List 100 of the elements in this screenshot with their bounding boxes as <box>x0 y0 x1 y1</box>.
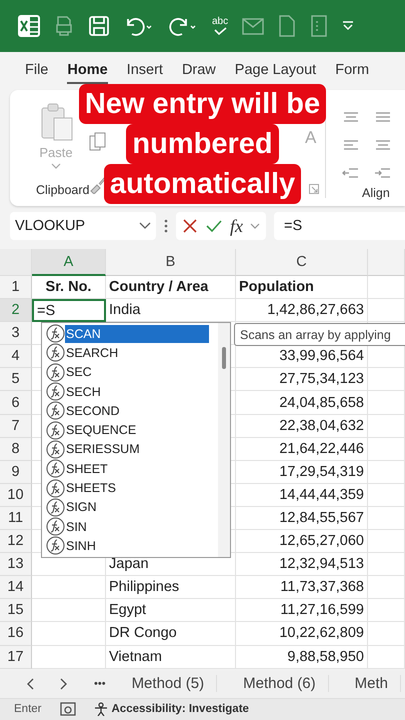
table-cell: Population <box>236 276 368 300</box>
more-vertical-icon[interactable] <box>164 219 168 233</box>
chevron-left-icon[interactable] <box>26 678 34 690</box>
name-box[interactable]: VLOOKUP <box>10 212 156 240</box>
function-icon <box>46 343 65 362</box>
chevron-right-icon[interactable] <box>60 678 68 690</box>
redo-icon[interactable] <box>168 15 198 37</box>
sheet-tab[interactable]: Meth <box>354 675 402 692</box>
row-header[interactable]: 6 <box>0 391 32 415</box>
autocomplete-item[interactable]: SECH <box>65 382 209 401</box>
autocomplete-item[interactable]: SIGN <box>65 498 209 516</box>
ribbon-tab[interactable]: File <box>25 58 48 84</box>
status-mode: Enter <box>14 703 42 716</box>
active-cell[interactable]: =S <box>32 299 106 322</box>
decrease-indent-icon[interactable] <box>342 166 360 180</box>
row-header[interactable]: 11 <box>0 506 32 530</box>
row-header[interactable]: 16 <box>0 622 32 646</box>
chevron-down-icon[interactable] <box>250 223 260 229</box>
autocomplete-item[interactable]: SHEET <box>65 460 209 478</box>
accessibility-status[interactable]: Accessibility: Investigate <box>112 703 249 716</box>
ribbon-tab[interactable]: Form <box>335 58 370 84</box>
table-cell <box>368 484 405 507</box>
cancel-icon[interactable] <box>182 218 198 234</box>
ribbon-tab[interactable]: Draw <box>182 58 216 84</box>
document-icon[interactable] <box>278 15 296 37</box>
table-cell: 12,32,94,513 <box>236 553 368 576</box>
more-sheets-button[interactable]: ••• <box>94 678 106 690</box>
sheet-tab[interactable]: Method (6) <box>243 675 329 692</box>
table-cell <box>368 414 405 438</box>
autocomplete-item[interactable]: SEC <box>65 363 209 382</box>
autocomplete-item[interactable]: SIN <box>65 518 209 536</box>
undo-icon[interactable] <box>124 15 154 37</box>
align-left-icon[interactable] <box>342 138 360 152</box>
check-icon <box>213 27 228 35</box>
table-cell: DR Congo <box>106 622 236 646</box>
ribbon-tab[interactable]: Page Layout <box>234 58 316 84</box>
mail-icon[interactable] <box>242 16 264 36</box>
table-cell <box>368 299 405 322</box>
column-header[interactable]: C <box>236 249 368 276</box>
scrollbar-thumb[interactable] <box>222 347 226 369</box>
check-icon[interactable] <box>205 218 223 234</box>
function-icon <box>46 498 65 517</box>
function-icon <box>46 401 65 420</box>
table-cell: Vietnam <box>106 646 236 669</box>
row-header[interactable]: 13 <box>0 553 32 576</box>
table-cell <box>368 576 405 600</box>
row-header[interactable]: 7 <box>0 414 32 438</box>
group-label: Align <box>361 186 390 200</box>
table-cell <box>368 276 405 300</box>
autocomplete-item[interactable]: SEARCH <box>65 344 209 362</box>
function-icon <box>46 420 65 440</box>
column-header[interactable] <box>368 249 405 276</box>
row-header[interactable]: 8 <box>0 438 32 461</box>
center-align-icon[interactable] <box>374 138 392 152</box>
spelling-button[interactable]: abc <box>212 17 228 35</box>
accessibility-icon[interactable] <box>94 702 108 716</box>
row-header[interactable]: 3 <box>0 322 32 346</box>
autocomplete-item[interactable]: SCAN <box>65 324 209 343</box>
form-icon[interactable] <box>310 15 328 37</box>
autocomplete-item[interactable]: SEQUENCE <box>65 421 209 440</box>
table-cell: 12,65,27,060 <box>236 530 368 554</box>
function-icon <box>46 362 65 382</box>
table-cell: 17,29,54,319 <box>236 460 368 484</box>
row-header[interactable]: 9 <box>0 460 32 484</box>
row-header[interactable]: 10 <box>0 484 32 507</box>
row-header[interactable]: 2 <box>0 299 32 322</box>
table-cell <box>368 599 405 622</box>
row-header[interactable]: 4 <box>0 345 32 368</box>
insert-function-button[interactable]: fx <box>230 216 243 236</box>
print-preview-icon[interactable] <box>54 15 74 37</box>
increase-indent-icon[interactable] <box>374 166 392 180</box>
formula-field[interactable]: =S <box>274 212 405 240</box>
autocomplete-item[interactable]: SINH <box>65 536 209 555</box>
function-icon <box>46 478 65 498</box>
row-header[interactable]: 5 <box>0 368 32 392</box>
spreadsheet-logo-icon[interactable] <box>18 15 40 37</box>
sheet-tab[interactable]: Method (5) <box>132 675 218 692</box>
autocomplete-item[interactable]: SERIESSUM <box>65 440 209 458</box>
column-header[interactable]: B <box>106 249 236 276</box>
autocomplete-item[interactable]: SHEETS <box>65 479 209 498</box>
row-header[interactable]: 14 <box>0 576 32 600</box>
table-cell: 10,22,62,809 <box>236 622 368 646</box>
table-cell: 9,88,58,950 <box>236 646 368 669</box>
macro-recorder-icon[interactable] <box>60 702 76 716</box>
top-align-icon[interactable] <box>342 110 360 124</box>
copy-icon[interactable] <box>88 132 108 152</box>
dialog-launcher-icon[interactable] <box>309 184 319 194</box>
function-icon <box>46 382 65 402</box>
row-header[interactable]: 15 <box>0 599 32 622</box>
table-cell <box>368 530 405 554</box>
middle-align-icon[interactable] <box>374 110 392 124</box>
row-header[interactable]: 1 <box>0 276 32 300</box>
caret-icon[interactable] <box>51 163 61 169</box>
customize-caret-icon[interactable] <box>342 21 354 31</box>
autocomplete-item[interactable]: SECOND <box>65 402 209 420</box>
column-header[interactable]: A <box>32 249 106 276</box>
row-header[interactable]: 12 <box>0 530 32 554</box>
row-header[interactable]: 17 <box>0 646 32 669</box>
save-icon[interactable] <box>88 15 110 37</box>
ribbon-tab[interactable]: Insert <box>126 58 163 84</box>
